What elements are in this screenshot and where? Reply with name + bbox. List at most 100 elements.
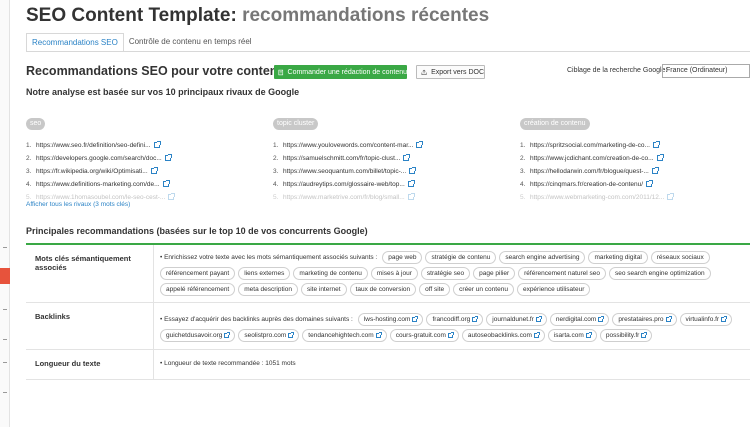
row-separator [153, 350, 154, 379]
rival-url-item[interactable]: 5. https://www.webmarketing-com.com/2011/… [520, 191, 740, 204]
analysis-title: Notre analyse est basée sur vos 10 princ… [26, 87, 300, 97]
semantic-keyword-chip[interactable]: appelé référencement [160, 283, 236, 296]
external-link-icon [472, 316, 479, 322]
rival-column-topic-cluster: topic cluster 1. https://www.youlovewords… [273, 112, 493, 204]
backlink-domain-chip[interactable]: autoseobacklinks.com [461, 329, 545, 342]
external-link-icon[interactable] [153, 141, 161, 148]
rival-url-item[interactable]: 3. https://fr.wikipedia.org/wiki/Optimisa… [26, 165, 246, 178]
sidebar-tick [3, 309, 7, 310]
external-link-icon[interactable] [652, 141, 660, 148]
semantic-keyword-chip[interactable]: page pilier [473, 267, 516, 280]
external-link-icon[interactable] [416, 141, 424, 148]
geo-target-select[interactable]: France (Ordinateur) [662, 64, 750, 78]
semantic-keyword-chip[interactable]: réseaux sociaux [650, 251, 710, 264]
tab-seo-recommendations[interactable]: Recommandations SEO [26, 33, 124, 52]
external-link-icon[interactable] [656, 154, 664, 161]
recommendations-title: Principales recommandations (basées sur … [26, 226, 368, 236]
backlinks-row: Backlinks Essayez d'acquérir des backlin… [26, 303, 750, 350]
external-link-icon [224, 332, 231, 338]
backlink-domain-chip[interactable]: isarta.com [547, 329, 597, 342]
sidebar-tick [3, 362, 7, 363]
semantic-keyword-chip[interactable]: stratégie seo [420, 267, 471, 280]
backlink-domain-chip[interactable]: virtualinfo.fr [679, 313, 733, 326]
external-link-icon[interactable] [403, 154, 411, 161]
external-link-icon [412, 316, 419, 322]
rival-url-item[interactable]: 1. https://www.youlovewords.com/content-m… [273, 139, 493, 152]
row-separator [153, 303, 154, 349]
semantic-keyword-chip[interactable]: liens externes [238, 267, 291, 280]
rival-url-item[interactable]: 1. https://www.seo.fr/definition/seo-defi… [26, 139, 246, 152]
text-length-value: Longueur de texte recommandée : 1051 mot… [160, 360, 750, 367]
semantic-keyword-chip[interactable]: site internet [300, 283, 347, 296]
backlink-domain-chip[interactable]: lws-hosting.com [357, 313, 424, 326]
keyword-chip: topic cluster [273, 118, 319, 130]
page-title: SEO Content Template: recommandations ré… [26, 5, 489, 27]
external-link-icon[interactable] [646, 180, 654, 187]
semantic-keyword-chip[interactable]: taux de conversion [349, 283, 417, 296]
semantic-keyword-chip[interactable]: meta description [238, 283, 298, 296]
semantic-keyword-chip[interactable]: off site [419, 283, 451, 296]
order-content-button[interactable]: Commander une rédaction de contenu [274, 65, 407, 79]
sidebar-active-marker[interactable] [0, 268, 10, 284]
rival-url-item[interactable]: 1. https://spritzsocial.com/marketing-de-… [520, 139, 740, 152]
backlink-domain-chip[interactable]: francodiff.org [426, 313, 484, 326]
export-doc-label: Export vers DOC [431, 68, 484, 76]
rival-url-item[interactable]: 5. https://www.marketrive.com/fr/blog/sma… [273, 191, 493, 204]
rival-url-item[interactable]: 2. https://samuelschmitt.com/fr/topic-clu… [273, 152, 493, 165]
rival-url-item[interactable]: 4. https://cinqmars.fr/creation-de-conten… [520, 178, 740, 191]
backlink-domain-chip[interactable]: guichetdusavoir.org [160, 329, 236, 342]
external-link-icon[interactable] [407, 193, 415, 200]
backlink-domain-chip[interactable]: journaldunet.fr [486, 313, 547, 326]
external-link-icon [533, 332, 540, 338]
semantic-keyword-chip[interactable]: marketing digital [588, 251, 648, 264]
keyword-chip: seo [26, 118, 46, 130]
section-title: Recommandations SEO pour votre contenu [26, 64, 286, 78]
semantic-keywords-row: Mots clés sémantiquement associés Enrich… [26, 245, 750, 303]
external-link-icon[interactable] [164, 154, 172, 161]
semantic-keyword-chip[interactable]: expérience utilisateur [516, 283, 591, 296]
rival-column-seo: seo 1. https://www.seo.fr/definition/seo-… [26, 112, 246, 204]
semantic-keyword-chip[interactable]: stratégie de contenu [425, 251, 497, 264]
external-link-icon [288, 332, 295, 338]
backlink-domains-list: Essayez d'acquérir des backlinks auprès … [160, 313, 750, 342]
external-link-icon[interactable] [168, 193, 176, 200]
semantic-keyword-chip[interactable]: seo search engine optimization [609, 267, 711, 280]
keyword-chip: création de contenu [520, 118, 590, 130]
rival-url-item[interactable]: 4. https://audreytips.com/glossaire-web/t… [273, 178, 493, 191]
sidebar-tick [3, 392, 7, 393]
tab-realtime-content-check[interactable]: Contrôle de contenu en temps réel [124, 33, 257, 52]
external-link-icon[interactable] [150, 167, 158, 174]
external-link-icon[interactable] [407, 180, 415, 187]
external-link-icon[interactable] [651, 167, 659, 174]
left-sidebar [0, 0, 10, 427]
show-all-rivals-link[interactable]: Afficher tous les rivaux (3 mots clés) [26, 201, 130, 208]
semantic-keyword-chip[interactable]: créer un contenu [453, 283, 514, 296]
external-link-icon[interactable] [409, 167, 417, 174]
backlink-domain-chip[interactable]: cours-gratuit.com [389, 329, 459, 342]
backlink-domain-chip[interactable]: tendancehightech.com [302, 329, 387, 342]
backlink-domain-chip[interactable]: seolistpro.com [238, 329, 300, 342]
backlink-domain-chip[interactable]: nerdigital.com [549, 313, 610, 326]
rival-url-item[interactable]: 4. https://www.definitions-marketing.com/… [26, 178, 246, 191]
semantic-keyword-chip[interactable]: mises à jour [370, 267, 418, 280]
semantic-keyword-chip[interactable]: page web [382, 251, 423, 264]
export-doc-button[interactable]: Export vers DOC [416, 65, 485, 79]
semantic-keyword-chip[interactable]: search engine advertising [499, 251, 586, 264]
page-title-sub: recommandations récentes [242, 5, 490, 26]
rival-url-item[interactable]: 2. https://developers.google.com/search/d… [26, 152, 246, 165]
rival-url-item[interactable]: 2. https://www.jcdichant.com/creation-de-… [520, 152, 740, 165]
semantic-keyword-chip[interactable]: référencement naturel seo [518, 267, 607, 280]
backlink-domain-chip[interactable]: prestataires.pro [612, 313, 677, 326]
rival-column-creation-contenu: création de contenu 1. https://spritzsoci… [520, 112, 740, 204]
backlink-domain-chip[interactable]: possibility.fr [599, 329, 653, 342]
external-link-icon [535, 316, 542, 322]
semantic-keyword-chip[interactable]: référencement payant [160, 267, 236, 280]
backlinks-intro: Essayez d'acquérir des backlinks auprès … [160, 313, 353, 326]
rival-url-item[interactable]: 3. https://www.seoquantum.com/billet/topi… [273, 165, 493, 178]
external-link-icon[interactable] [162, 180, 170, 187]
semantic-keyword-chip[interactable]: marketing de contenu [293, 267, 368, 280]
rival-url-item[interactable]: 3. https://hellodarwin.com/fr/blogue/ques… [520, 165, 740, 178]
external-link-icon[interactable] [667, 193, 675, 200]
external-link-icon [598, 316, 605, 322]
page-title-main: SEO Content Template: [26, 5, 237, 26]
